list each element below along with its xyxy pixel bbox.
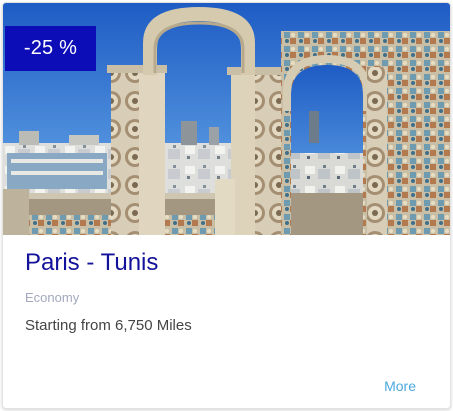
starting-price: Starting from 6,750 Miles xyxy=(25,317,192,334)
offer-card[interactable]: -25 % Paris - Tunis Economy Starting fro… xyxy=(2,2,451,409)
fare-class-label: Economy xyxy=(25,290,80,305)
more-link[interactable]: More xyxy=(384,376,416,396)
discount-badge: -25 % xyxy=(5,26,96,71)
offer-title[interactable]: Paris - Tunis xyxy=(25,247,158,279)
